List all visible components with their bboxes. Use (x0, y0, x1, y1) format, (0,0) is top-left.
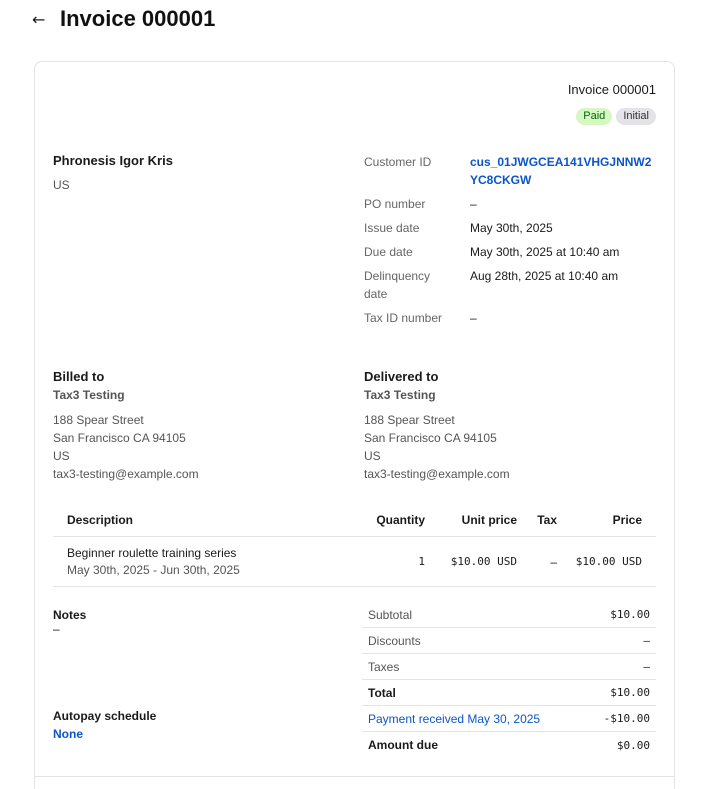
delivered-to-street: 188 Spear Street (364, 413, 455, 427)
item-description-cell: Beginner roulette training series May 30… (53, 546, 353, 577)
totals-row-payment: Payment received May 30, 2025 -$10.00 (362, 706, 656, 732)
column-header-unit-price: Unit price (461, 513, 517, 527)
totals-row-amount-due: Amount due $0.00 (362, 732, 656, 758)
meta-value: – (470, 311, 477, 325)
customer-country: US (53, 178, 70, 192)
meta-label: Due date (364, 245, 413, 259)
totals-row-taxes: Taxes – (362, 654, 656, 680)
customer-name: Phronesis Igor Kris (53, 153, 173, 168)
meta-row-delinquency-date: Delinquency date Aug 28th, 2025 at 10:40… (364, 267, 659, 303)
meta-row-due-date: Due date May 30th, 2025 at 10:40 am (364, 243, 659, 261)
invoice-meta: Customer ID cus_01JWGCEA141VHGJNNW2YC8CK… (364, 153, 659, 333)
item-price: $10.00 USD (575, 555, 642, 568)
meta-label: PO number (364, 197, 426, 211)
delivered-to-city: San Francisco CA 94105 (364, 431, 497, 445)
meta-value: May 30th, 2025 (470, 221, 553, 235)
meta-label: Tax ID number (364, 311, 443, 325)
delivered-to-company: Tax3 Testing (364, 388, 436, 402)
line-items-table: Description Quantity Unit price Tax Pric… (53, 504, 656, 587)
notes-title: Notes (53, 608, 87, 622)
meta-row-issue-date: Issue date May 30th, 2025 (364, 219, 659, 237)
invoice-number: Invoice 000001 (567, 82, 656, 97)
autopay-title: Autopay schedule (53, 709, 157, 723)
billed-to-email: tax3-testing@example.com (53, 467, 199, 481)
billed-to-title: Billed to (53, 369, 105, 384)
arrow-left-icon[interactable]: ← (32, 10, 48, 29)
status-badge-initial: Initial (616, 108, 656, 125)
totals-value: – (643, 634, 650, 647)
delivered-to-address: Delivered to Tax3 Testing 188 Spear Stre… (364, 368, 510, 483)
item-unit-price: $10.00 USD (450, 555, 517, 568)
delivered-to-email: tax3-testing@example.com (364, 467, 510, 481)
totals-label: Discounts (368, 633, 421, 648)
customer-id-link[interactable]: cus_01JWGCEA141VHGJNNW2YC8CKGW (470, 153, 659, 189)
autopay-link[interactable]: None (53, 727, 156, 741)
delivered-to-title: Delivered to (364, 369, 439, 384)
item-quantity: 1 (418, 555, 425, 568)
column-header-quantity: Quantity (376, 513, 425, 527)
totals-label: Total (368, 685, 396, 700)
divider (35, 776, 674, 777)
page-header: ← Invoice 000001 (32, 4, 215, 34)
column-header-tax: Tax (537, 513, 557, 527)
item-description: Beginner roulette training series (67, 546, 237, 560)
totals-value: $0.00 (616, 738, 650, 752)
column-header-price: Price (612, 513, 642, 527)
meta-label: Customer ID (364, 155, 432, 169)
totals-row-discounts: Discounts – (362, 628, 656, 654)
meta-label: Delinquency date (364, 269, 431, 301)
billed-to-address: Billed to Tax3 Testing 188 Spear Street … (53, 368, 199, 483)
totals-value: $10.00 (610, 608, 650, 621)
status-badge-paid: Paid (576, 108, 613, 125)
meta-label: Issue date (364, 221, 420, 235)
table-row: Beginner roulette training series May 30… (53, 537, 656, 587)
notes-value: – (53, 622, 60, 636)
totals-table: Subtotal $10.00 Discounts – Taxes – Tota… (362, 602, 656, 758)
meta-value: Aug 28th, 2025 at 10:40 am (470, 269, 619, 283)
invoice-card: Invoice 000001 Paid Initial Phronesis Ig… (34, 61, 675, 789)
billed-to-company: Tax3 Testing (53, 388, 125, 402)
page-title: Invoice 000001 (60, 6, 216, 31)
meta-value: May 30th, 2025 at 10:40 am (470, 245, 620, 259)
totals-label: Subtotal (368, 607, 413, 622)
totals-row-subtotal: Subtotal $10.00 (362, 602, 656, 628)
table-header: Description Quantity Unit price Tax Pric… (53, 504, 656, 537)
totals-value: – (643, 660, 650, 673)
totals-value: $10.00 (610, 686, 650, 699)
item-tax: – (550, 554, 557, 569)
billed-to-country: US (53, 449, 70, 463)
meta-row-tax-id: Tax ID number – (364, 309, 659, 327)
totals-row-total: Total $10.00 (362, 680, 656, 706)
totals-label: Taxes (368, 659, 400, 674)
column-header-description: Description (67, 513, 134, 527)
billed-to-city: San Francisco CA 94105 (53, 431, 186, 445)
meta-row-customer-id: Customer ID cus_01JWGCEA141VHGJNNW2YC8CK… (364, 153, 659, 189)
payment-received-link[interactable]: Payment received May 30, 2025 (368, 712, 540, 726)
meta-row-po-number: PO number – (364, 195, 659, 213)
totals-label: Amount due (368, 738, 438, 752)
delivered-to-country: US (364, 449, 381, 463)
totals-value: -$10.00 (603, 712, 650, 725)
notes-section: Notes – (53, 608, 86, 636)
autopay-section: Autopay schedule None (53, 709, 156, 741)
billed-to-street: 188 Spear Street (53, 413, 144, 427)
item-period: May 30th, 2025 - Jun 30th, 2025 (67, 563, 240, 577)
meta-value: – (470, 197, 477, 211)
status-badges: Paid Initial (576, 108, 656, 125)
